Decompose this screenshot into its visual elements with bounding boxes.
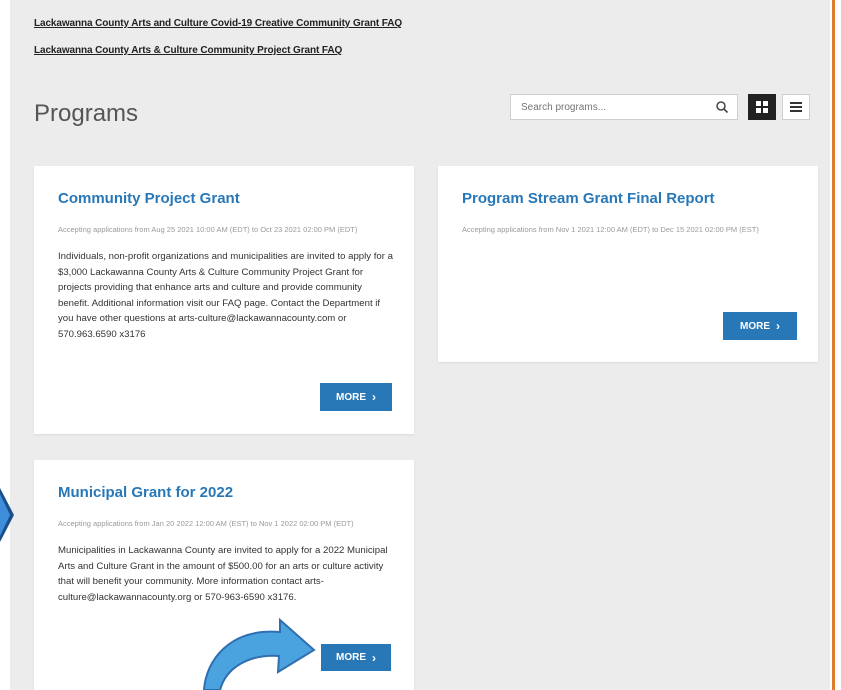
search-box[interactable] <box>510 94 738 120</box>
card-title[interactable]: Municipal Grant for 2022 <box>58 484 233 501</box>
annotation-arrow-icon <box>0 488 14 542</box>
chevron-right-icon: › <box>776 319 780 333</box>
community-project-faq-link[interactable]: Lackawanna County Arts & Culture Communi… <box>34 45 342 56</box>
list-view-icon <box>790 102 802 112</box>
card-dates: Accepting applications from Jan 20 2022 … <box>58 519 354 528</box>
card-title[interactable]: Program Stream Grant Final Report <box>462 190 715 207</box>
more-button-highlighted[interactable]: MORE › <box>321 644 391 671</box>
curved-pointer-arrow-icon <box>202 617 316 690</box>
chevron-right-icon: › <box>372 390 376 404</box>
more-button[interactable]: MORE › <box>723 312 797 340</box>
magnifier-icon[interactable] <box>715 100 729 114</box>
page-border <box>832 0 835 690</box>
more-label: MORE <box>336 652 366 663</box>
grid-view-icon <box>756 101 768 113</box>
card-title[interactable]: Community Project Grant <box>58 190 240 207</box>
chevron-right-icon: › <box>372 650 376 665</box>
card-dates: Accepting applications from Aug 25 2021 … <box>58 225 358 234</box>
page-title: Programs <box>34 100 139 127</box>
program-card-final-report[interactable]: Program Stream Grant Final Report Accept… <box>438 166 818 362</box>
grid-view-button[interactable] <box>748 94 776 120</box>
more-label: MORE <box>336 391 366 403</box>
more-button[interactable]: MORE › <box>320 383 392 411</box>
card-description: Municipalities in Lackawanna County are … <box>58 545 388 603</box>
list-view-button[interactable] <box>782 94 810 120</box>
program-card-community-project[interactable]: Community Project Grant Accepting applic… <box>34 166 414 434</box>
programs-panel: Lackawanna County Arts and Culture Covid… <box>10 0 830 690</box>
card-dates: Accepting applications from Nov 1 2021 1… <box>462 225 759 234</box>
card-description: Individuals, non-profit organizations an… <box>58 251 393 340</box>
covid-grant-faq-link[interactable]: Lackawanna County Arts and Culture Covid… <box>34 18 402 29</box>
search-input[interactable] <box>521 100 701 114</box>
more-label: MORE <box>740 320 770 332</box>
